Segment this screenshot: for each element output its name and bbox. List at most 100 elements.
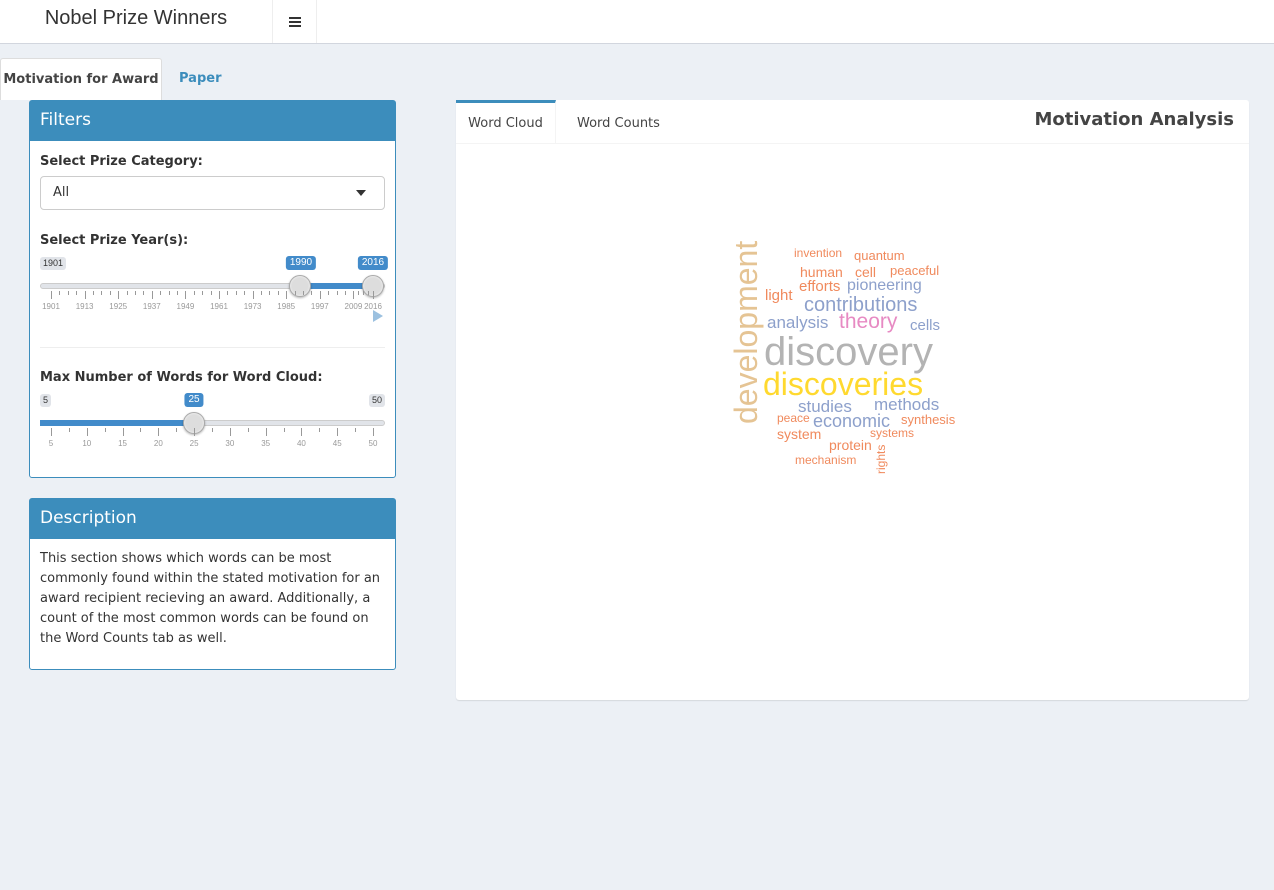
slider-tick-label: 1961	[210, 302, 228, 311]
cloud-word: systems	[870, 426, 915, 440]
analysis-tabbar: Word Cloud Word Counts Motivation Analys…	[456, 100, 1249, 144]
app-title[interactable]: Nobel Prize Winners	[0, 0, 273, 43]
slider-minor-tick	[101, 291, 103, 295]
slider-major-tick	[286, 291, 288, 299]
tab-motivation-for-award[interactable]: Motivation for Award	[0, 58, 162, 100]
slider-tick-label: 20	[153, 439, 163, 448]
cloud-word: development	[728, 240, 764, 424]
slider-major-tick	[319, 291, 321, 299]
slider-minor-tick	[135, 291, 136, 295]
chevron-down-icon	[356, 190, 366, 196]
slider-tick-label: 2009	[344, 302, 363, 311]
slider-major-tick	[265, 428, 267, 436]
slider-minor-tick	[126, 291, 128, 295]
slider-major-tick	[353, 291, 355, 299]
slider-major-tick	[185, 291, 187, 299]
year-from-bubble: 1990	[285, 256, 317, 270]
play-icon[interactable]	[373, 310, 383, 322]
slider-major-tick	[51, 291, 52, 299]
slider-minor-tick	[358, 291, 360, 295]
year-range-slider[interactable]: 1901 1990 2016 1901 1913 1925 1937 1949 1961 1…	[40, 256, 389, 327]
cloud-word: human	[800, 264, 843, 280]
year-slider-ticks: 1901 1913 1925 1937 1949 1961 1973 1985 1997 2009…	[40, 291, 385, 311]
max-words-label: Max Number of Words for Word Cloud:	[40, 370, 323, 385]
slider-minor-tick	[336, 291, 338, 295]
slider-major-tick	[219, 291, 220, 299]
slider-major-tick	[86, 428, 88, 436]
slider-tick-label: 45	[332, 439, 342, 448]
slider-minor-tick	[202, 291, 204, 295]
slider-tick-label: 30	[225, 439, 235, 448]
slider-minor-tick	[109, 291, 111, 295]
words-min-label: 5	[40, 394, 52, 407]
slider-minor-tick	[104, 428, 106, 432]
category-select[interactable]: All	[40, 176, 385, 210]
cloud-word: light	[765, 287, 793, 304]
words-slider-ticks: 5 10 15 20 25 30 35 40 45 50	[40, 428, 385, 448]
slider-minor-tick	[269, 291, 271, 295]
slider-tick-label: 15	[118, 439, 127, 448]
tab-word-cloud[interactable]: Word Cloud	[456, 100, 556, 144]
slider-minor-tick	[283, 428, 285, 432]
slider-major-tick	[84, 291, 86, 299]
slider-minor-tick	[140, 428, 142, 432]
slider-minor-tick	[177, 291, 178, 295]
cloud-word: analysis	[767, 313, 829, 332]
slider-tick-label: 5	[48, 439, 54, 448]
cloud-word: quantum	[854, 248, 905, 263]
slider-major-tick	[194, 428, 196, 436]
filters-box: Filters Select Prize Category: All Selec…	[29, 100, 396, 478]
slider-tick-label: 1937	[142, 302, 161, 311]
slider-minor-tick	[235, 291, 237, 295]
motivation-analysis-box: Word Cloud Word Counts Motivation Analys…	[456, 100, 1249, 700]
slider-tick-label: 50	[368, 439, 378, 448]
slider-minor-tick	[368, 291, 370, 295]
slider-minor-tick	[210, 291, 212, 295]
slider-tick-label: 1901	[42, 302, 60, 311]
slider-major-tick	[122, 428, 124, 436]
slider-minor-tick	[355, 428, 357, 432]
cloud-word: synthesis	[901, 412, 956, 427]
slider-major-tick	[118, 291, 120, 299]
slider-major-tick	[229, 428, 231, 436]
year-to-bubble: 2016	[357, 256, 389, 270]
slider-minor-tick	[328, 291, 330, 295]
slider-major-tick	[301, 428, 303, 436]
description-text: This section shows which words can be mo…	[40, 551, 381, 646]
slider-minor-tick	[193, 291, 195, 295]
divider	[40, 347, 385, 348]
word-cloud: invention quantum human cell peaceful li…	[456, 144, 1249, 700]
slider-minor-tick	[244, 291, 246, 295]
slider-major-tick	[51, 428, 52, 436]
slider-minor-tick	[143, 291, 145, 295]
slider-major-tick	[337, 428, 339, 436]
slider-minor-tick	[345, 291, 346, 295]
slider-tick-label: 1949	[176, 302, 195, 311]
sidebar-toggle-button[interactable]	[273, 0, 317, 43]
year-label: Select Prize Year(s):	[40, 233, 189, 248]
words-value-bubble: 25	[184, 393, 204, 407]
slider-tick-label: 25	[189, 439, 199, 448]
cloud-word: invention	[794, 246, 843, 260]
slider-minor-tick	[67, 291, 69, 295]
slider-tick-label: 1985	[277, 302, 296, 311]
cloud-word: protein	[829, 437, 872, 453]
category-label: Select Prize Category:	[40, 154, 203, 169]
slider-tick-label: 1973	[243, 302, 262, 311]
cloud-word: peaceful	[890, 263, 940, 278]
slider-minor-tick	[311, 291, 313, 295]
slider-minor-tick	[303, 291, 304, 295]
slider-minor-tick	[319, 428, 321, 432]
cloud-word: peace	[777, 411, 810, 425]
words-max-label: 50	[368, 394, 385, 407]
tab-paper-titles[interactable]: Paper Titles	[164, 58, 237, 128]
slider-minor-tick	[160, 291, 162, 295]
tab-word-counts[interactable]: Word Counts	[577, 100, 660, 144]
slider-tick-label: 1997	[310, 302, 329, 311]
slider-major-tick	[252, 291, 254, 299]
slider-minor-tick	[176, 428, 178, 432]
slider-minor-tick	[294, 291, 296, 295]
max-words-slider[interactable]: 5 25 50 5 10 15 20 25 30 35 40 45 50	[40, 393, 385, 464]
slider-minor-tick	[168, 291, 170, 295]
description-title: Description	[30, 499, 395, 539]
